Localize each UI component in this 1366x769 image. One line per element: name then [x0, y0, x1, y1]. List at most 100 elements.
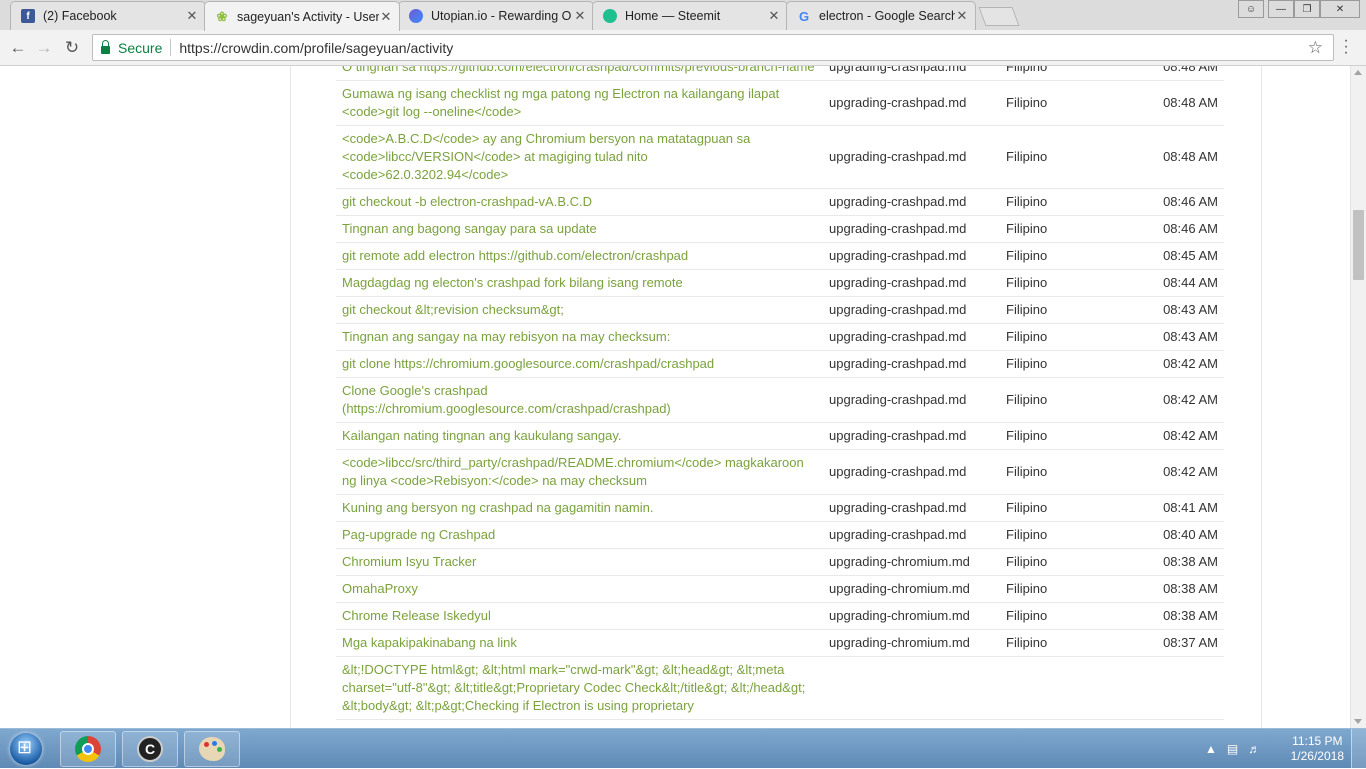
scroll-down-arrow-icon[interactable]	[1354, 719, 1362, 724]
activity-file-link[interactable]: upgrading-crashpad.md	[823, 66, 1000, 81]
profile-icon[interactable]: ☺	[1238, 0, 1264, 18]
activity-file-link[interactable]: upgrading-crashpad.md	[823, 80, 1000, 126]
activity-text-link[interactable]: <code>libcc/src/third_party/crashpad/REA…	[336, 449, 823, 495]
close-icon[interactable]: ✕	[379, 9, 393, 25]
activity-file-link[interactable]: upgrading-crashpad.md	[823, 188, 1000, 216]
activity-text-link[interactable]: Tingnan ang bagong sangay para sa update	[336, 215, 823, 243]
activity-text-link[interactable]: Mga kapakipakinabang na link	[336, 629, 823, 657]
activity-file-link[interactable]: upgrading-crashpad.md	[823, 449, 1000, 495]
table-row: Kailangan nating tingnan ang kaukulang s…	[336, 422, 1224, 450]
activity-file-link[interactable]: upgrading-crashpad.md	[823, 422, 1000, 450]
activity-file-link[interactable]: upgrading-crashpad.md	[823, 215, 1000, 243]
activity-file-link[interactable]: upgrading-crashpad.md	[823, 494, 1000, 522]
activity-text-link[interactable]: git checkout -b electron-crashpad-vA.B.C…	[336, 188, 823, 216]
activity-language: Filipino	[1000, 548, 1155, 576]
activity-language: Filipino	[1000, 125, 1155, 189]
page-scrollbar[interactable]	[1350, 66, 1366, 728]
activity-text-link[interactable]: <code>A.B.C.D</code> ay ang Chromium ber…	[336, 125, 823, 189]
activity-file-link[interactable]: upgrading-crashpad.md	[823, 242, 1000, 270]
activity-text-link[interactable]: Magdagdag ng electon's crashpad fork bil…	[336, 269, 823, 297]
table-row: Tingnan ang bagong sangay para sa update…	[336, 215, 1224, 243]
activity-file-link[interactable]: upgrading-crashpad.md	[823, 269, 1000, 297]
activity-time: 08:38 AM	[1155, 602, 1224, 630]
back-icon[interactable]: ←	[6, 36, 30, 60]
activity-table-body: O tingnan sa https://github.com/electron…	[336, 66, 1224, 720]
tab-steemit[interactable]: Home — Steemit ✕	[592, 1, 788, 30]
activity-text-link[interactable]: Pag-upgrade ng Crashpad	[336, 521, 823, 549]
close-window-icon[interactable]: ✕	[1320, 0, 1360, 18]
clock-date: 1/26/2018	[1290, 749, 1344, 763]
close-icon[interactable]: ✕	[185, 8, 199, 24]
new-tab-button[interactable]	[978, 7, 1020, 26]
volume-icon[interactable]: ♬	[1248, 742, 1260, 756]
activity-text-link[interactable]: Kailangan nating tingnan ang kaukulang s…	[336, 422, 823, 450]
restore-icon[interactable]: ❐	[1294, 0, 1320, 18]
scrollbar-thumb[interactable]	[1353, 210, 1364, 280]
table-row: Chromium Isyu Tracker upgrading-chromium.…	[336, 548, 1224, 576]
close-icon[interactable]: ✕	[573, 8, 587, 24]
taskbar-app[interactable]: C	[122, 731, 178, 767]
secure-label: Secure	[118, 39, 163, 56]
tab-facebook[interactable]: f (2) Facebook ✕	[10, 1, 206, 30]
table-row: <code>A.B.C.D</code> ay ang Chromium ber…	[336, 125, 1224, 189]
activity-language: Filipino	[1000, 80, 1155, 126]
bookmark-star-icon[interactable]: ☆	[1308, 38, 1323, 58]
activity-time: 08:45 AM	[1155, 242, 1224, 270]
taskbar-chrome[interactable]	[60, 731, 116, 767]
reload-icon[interactable]: ↻	[60, 36, 84, 60]
activity-file-link[interactable]: upgrading-crashpad.md	[823, 521, 1000, 549]
activity-file-link[interactable]: upgrading-chromium.md	[823, 629, 1000, 657]
activity-file-link[interactable]: upgrading-crashpad.md	[823, 350, 1000, 378]
activity-language: Filipino	[1000, 242, 1155, 270]
activity-file-link[interactable]: upgrading-chromium.md	[823, 548, 1000, 576]
url-text[interactable]: https://crowdin.com/profile/sageyuan/act…	[179, 40, 453, 56]
chrome-menu-icon[interactable]: · · ·	[1341, 33, 1351, 61]
table-row: <code>libcc/src/third_party/crashpad/REA…	[336, 449, 1224, 495]
tab-crowdin-activity[interactable]: ❀ sageyuan's Activity - User ✕	[204, 1, 400, 31]
activity-file-link[interactable]: upgrading-crashpad.md	[823, 296, 1000, 324]
activity-time: 08:42 AM	[1155, 422, 1224, 450]
show-desktop-button[interactable]	[1351, 729, 1366, 769]
activity-text-link[interactable]: Kuning ang bersyon ng crashpad na gagami…	[336, 494, 823, 522]
activity-text-link[interactable]: OmahaProxy	[336, 575, 823, 603]
activity-text-link[interactable]: Clone Google's crashpad (https://chromiu…	[336, 377, 823, 423]
activity-file-link[interactable]: upgrading-crashpad.md	[823, 323, 1000, 351]
start-button[interactable]	[4, 731, 48, 767]
taskbar-clock[interactable]: 11:15 PM 1/26/2018	[1291, 734, 1344, 764]
close-icon[interactable]: ✕	[955, 8, 969, 24]
activity-time: 08:37 AM	[1155, 629, 1224, 657]
address-bar[interactable]: Secure https://crowdin.com/profile/sagey…	[92, 34, 1334, 61]
activity-file-link[interactable]: upgrading-crashpad.md	[823, 377, 1000, 423]
scroll-up-arrow-icon[interactable]	[1354, 70, 1362, 75]
activity-file-link[interactable]	[823, 656, 1000, 720]
activity-text-link[interactable]: Gumawa ng isang checklist ng mga patong …	[336, 80, 823, 126]
tab-google-search[interactable]: G electron - Google Search ✕	[786, 1, 976, 30]
table-row: git remote add electron https://github.c…	[336, 242, 1224, 270]
activity-text-link[interactable]: Chromium Isyu Tracker	[336, 548, 823, 576]
minimize-icon[interactable]: —	[1268, 0, 1294, 18]
chrome-icon	[75, 736, 101, 762]
activity-text-link[interactable]: &lt;!DOCTYPE html&gt; &lt;html mark="crw…	[336, 656, 823, 720]
activity-text-link[interactable]: Tingnan ang sangay na may rebisyon na ma…	[336, 323, 823, 351]
table-row: Clone Google's crashpad (https://chromiu…	[336, 377, 1224, 423]
omnibox-divider	[170, 39, 172, 56]
close-icon[interactable]: ✕	[767, 8, 781, 24]
tab-strip: f (2) Facebook ✕ ❀ sageyuan's Activity -…	[0, 0, 1366, 31]
tab-utopian[interactable]: Utopian.io - Rewarding O ✕	[398, 1, 594, 30]
tab-title: electron - Google Search	[819, 9, 955, 23]
network-icon[interactable]: ▤	[1227, 742, 1238, 756]
activity-text-link[interactable]: git clone https://chromium.googlesource.…	[336, 350, 823, 378]
activity-text-link[interactable]: O tingnan sa https://github.com/electron…	[336, 66, 823, 81]
activity-file-link[interactable]: upgrading-chromium.md	[823, 575, 1000, 603]
tray-expand-icon[interactable]: ▲	[1205, 742, 1217, 756]
lock-icon	[101, 39, 110, 54]
activity-file-link[interactable]: upgrading-crashpad.md	[823, 125, 1000, 189]
activity-language: Filipino	[1000, 494, 1155, 522]
taskbar-paint[interactable]	[184, 731, 240, 767]
activity-text-link[interactable]: git remote add electron https://github.c…	[336, 242, 823, 270]
activity-time: 08:43 AM	[1155, 296, 1224, 324]
forward-icon[interactable]: →	[32, 36, 56, 60]
activity-text-link[interactable]: git checkout &lt;revision checksum&gt;	[336, 296, 823, 324]
activity-text-link[interactable]: Chrome Release Iskedyul	[336, 602, 823, 630]
activity-file-link[interactable]: upgrading-chromium.md	[823, 602, 1000, 630]
